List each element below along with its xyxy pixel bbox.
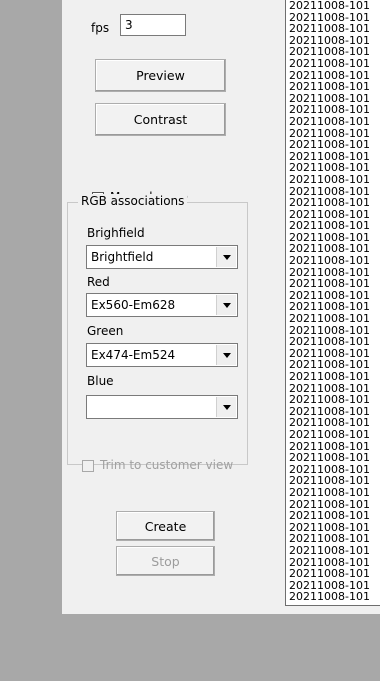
chevron-down-icon[interactable]	[216, 345, 236, 365]
chevron-down-icon[interactable]	[216, 295, 236, 315]
list-item[interactable]: 20211008-101	[286, 255, 380, 267]
red-select-value: Ex560-Em628	[91, 298, 176, 312]
list-item[interactable]: 20211008-101	[286, 139, 380, 151]
list-item[interactable]: 20211008-101	[286, 81, 380, 93]
list-item[interactable]: 20211008-101	[286, 452, 380, 464]
list-item[interactable]: 20211008-101	[286, 568, 380, 580]
trim-checkbox	[82, 460, 94, 472]
red-label: Red	[87, 275, 110, 289]
green-select[interactable]: Ex474-Em524	[86, 343, 238, 367]
list-item[interactable]: 20211008-101	[286, 487, 380, 499]
blue-label: Blue	[87, 374, 114, 388]
list-item[interactable]: 20211008-101	[286, 58, 380, 70]
green-select-value: Ex474-Em524	[91, 348, 176, 362]
fps-input[interactable]	[120, 14, 186, 36]
preview-button[interactable]: Preview	[95, 59, 226, 92]
list-item[interactable]: 20211008-101	[286, 545, 380, 557]
brightfield-label: Brighfield	[87, 226, 145, 240]
list-item[interactable]: 20211008-101	[286, 116, 380, 128]
red-select[interactable]: Ex560-Em628	[86, 293, 238, 317]
trim-label: Trim to customer view	[100, 458, 234, 472]
list-item[interactable]: 20211008-101	[286, 429, 380, 441]
list-item[interactable]: 20211008-101	[286, 371, 380, 383]
contrast-button[interactable]: Contrast	[95, 103, 226, 136]
list-item[interactable]: 20211008-101	[286, 313, 380, 325]
list-item[interactable]: 20211008-101	[286, 197, 380, 209]
green-label: Green	[87, 324, 124, 338]
create-button[interactable]: Create	[116, 511, 215, 541]
list-item[interactable]: 20211008-101	[286, 591, 380, 603]
stop-button: Stop	[116, 546, 215, 576]
brightfield-select-value: Brightfield	[91, 250, 154, 264]
fps-label: fps	[91, 21, 110, 35]
brightfield-select[interactable]: Brightfield	[86, 245, 238, 269]
list-item[interactable]: 20211008-101	[286, 174, 380, 186]
rgb-associations-title: RGB associations	[78, 194, 188, 208]
list-item[interactable]: 20211008-101	[286, 0, 380, 12]
chevron-down-icon[interactable]	[216, 247, 236, 267]
file-list[interactable]: 20211008-101 20211008-101 20211008-101 2021…	[285, 0, 380, 606]
background-strip	[0, 0, 62, 681]
list-item[interactable]: 20211008-101	[286, 510, 380, 522]
chevron-down-icon[interactable]	[216, 397, 236, 417]
blue-select[interactable]	[86, 395, 238, 419]
